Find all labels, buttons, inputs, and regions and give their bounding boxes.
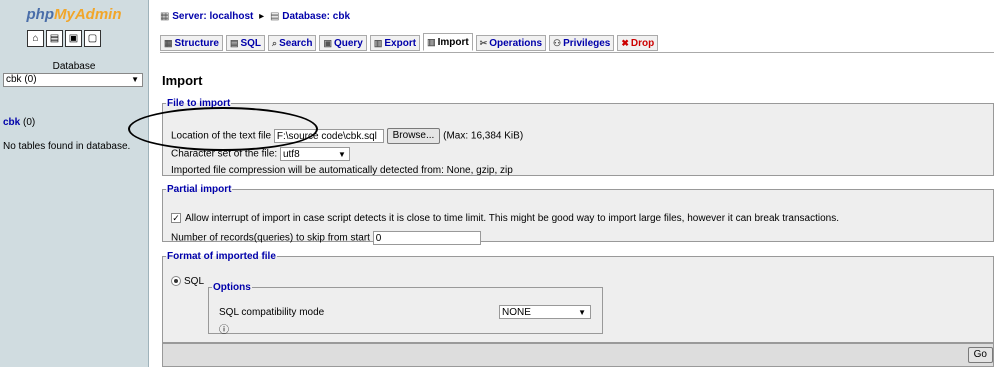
file-to-import-fieldset: File to import Location of the text file… <box>162 98 994 176</box>
format-sql-radio[interactable] <box>171 276 181 287</box>
charset-select[interactable]: utf8 ▼ <box>279 147 350 161</box>
tab-drop-label: Drop <box>630 37 655 49</box>
compression-note: Imported file compression will be automa… <box>171 165 513 176</box>
partial-import-legend: Partial import <box>167 184 232 195</box>
navigation-sidebar: phpMyAdmin ⌂ ▤ ▣ ▢ Database cbk (0) ▼ cbk… <box>0 0 149 367</box>
database-link-name[interactable]: cbk <box>3 117 20 128</box>
tab-import-label: Import <box>437 36 469 48</box>
tab-divider <box>160 52 994 53</box>
database-label: Database <box>52 61 96 72</box>
options-fieldset: Options SQL compatibility mode ⓘ NONE ▼ <box>208 282 603 336</box>
tab-bar: ▦ Structure ▤ SQL ⌕ Search ▣ Query ▥ Export ▥… <box>160 33 659 51</box>
database-link-count: (0) <box>23 117 36 128</box>
tab-operations-label: Operations <box>489 37 543 49</box>
skip-label: Number of records(queries) to skip from … <box>171 232 370 244</box>
compat-select-value: NONE <box>502 307 531 318</box>
compat-select[interactable]: NONE ▼ <box>499 305 591 319</box>
docs-icon[interactable]: ▢ <box>84 30 101 47</box>
export-icon: ▥ <box>373 37 383 48</box>
server-icon: ▦ <box>160 11 170 22</box>
query-icon: ▣ <box>323 37 332 48</box>
tab-sql-label: SQL <box>240 37 262 49</box>
file-path-field[interactable]: F:\source code\cbk.sql <box>273 129 384 143</box>
format-sql-label: SQL <box>184 276 205 287</box>
tab-operations[interactable]: ✂ Operations <box>475 35 547 51</box>
tab-structure-label: Structure <box>174 37 219 49</box>
allow-interrupt-label: Allow interrupt of import in case script… <box>185 213 839 224</box>
no-tables-message: No tables found in database. <box>3 141 131 152</box>
search-icon: ⌕ <box>272 37 278 48</box>
max-size-label: (Max: 16,384 KiB) <box>443 130 524 142</box>
go-button[interactable]: Go <box>967 347 993 363</box>
chevron-down-icon: ▼ <box>578 308 586 317</box>
structure-icon: ▦ <box>164 37 173 48</box>
tab-query-label: Query <box>333 37 363 49</box>
breadcrumb-server[interactable]: Server: localhost <box>172 11 253 22</box>
charset-label: Character set of the file: <box>171 148 278 160</box>
skip-row: Number of records(queries) to skip from … <box>171 231 481 245</box>
tab-export-label: Export <box>384 37 417 49</box>
compat-label: SQL compatibility mode <box>219 307 325 318</box>
partial-import-fieldset: Partial import ✓ Allow interrupt of impor… <box>162 184 994 245</box>
charset-row: Character set of the file: utf8 ▼ <box>171 147 350 161</box>
database-select[interactable]: cbk (0) ▼ <box>3 73 143 87</box>
tab-privileges-label: Privileges <box>563 37 611 49</box>
location-label: Location of the text file <box>171 130 272 142</box>
sql-icon[interactable]: ▤ <box>46 30 63 47</box>
tab-search[interactable]: ⌕ Search <box>268 35 317 51</box>
tab-sql[interactable]: ▤ SQL <box>225 35 266 51</box>
chevron-down-icon: ▼ <box>338 150 346 159</box>
tab-privileges[interactable]: ⚇ Privileges <box>549 35 615 51</box>
allow-interrupt-row: ✓ Allow interrupt of import in case scrip… <box>171 213 839 224</box>
tab-import[interactable]: ▥ Import <box>423 33 473 51</box>
query-window-icon[interactable]: ▣ <box>65 30 82 47</box>
browse-button[interactable]: Browse... <box>386 128 441 144</box>
logo-php: php <box>26 6 55 23</box>
chevron-down-icon: ▼ <box>131 75 139 84</box>
breadcrumb-database[interactable]: Database: cbk <box>282 11 350 22</box>
drop-icon: ✖ <box>621 37 629 48</box>
action-bar: Go <box>162 343 994 367</box>
help-icon[interactable]: ⓘ <box>219 321 229 336</box>
location-row: Location of the text file F:\source code… <box>171 128 523 144</box>
database-icon: ▤ <box>269 11 280 22</box>
sql-icon: ▤ <box>229 37 239 48</box>
database-link: cbk (0) <box>3 117 35 128</box>
tab-structure[interactable]: ▦ Structure <box>160 35 223 51</box>
charset-select-value: utf8 <box>282 149 300 160</box>
breadcrumb-separator-icon: ▸ <box>259 11 265 22</box>
tab-drop[interactable]: ✖ Drop <box>617 35 659 51</box>
options-legend: Options <box>213 282 251 293</box>
database-select-value: cbk (0) <box>6 74 37 85</box>
file-to-import-legend: File to import <box>167 98 231 109</box>
breadcrumb: ▦ Server: localhost ▸ ▤ Database: cbk <box>160 11 350 22</box>
tab-export[interactable]: ▥ Export <box>369 35 421 51</box>
import-icon: ▥ <box>427 36 436 47</box>
logo-myadmin: MyAdmin <box>54 6 122 23</box>
phpmyadmin-logo[interactable]: phpMyAdmin <box>0 6 148 23</box>
tab-query[interactable]: ▣ Query <box>319 35 367 51</box>
sidebar-icon-bar: ⌂ ▤ ▣ ▢ <box>27 30 101 47</box>
privileges-icon: ⚇ <box>553 37 562 48</box>
tab-search-label: Search <box>279 37 313 49</box>
format-legend: Format of imported file <box>167 251 276 262</box>
main-content: ▦ Server: localhost ▸ ▤ Database: cbk ▦ S… <box>156 0 994 367</box>
page-title: Import <box>162 73 203 88</box>
format-fieldset: Format of imported file SQL Options SQL … <box>162 251 994 343</box>
skip-input[interactable]: 0 <box>372 231 481 245</box>
operations-icon: ✂ <box>479 37 488 48</box>
allow-interrupt-checkbox[interactable]: ✓ <box>171 213 181 224</box>
format-sql-option[interactable]: SQL <box>171 276 204 287</box>
home-icon[interactable]: ⌂ <box>27 30 44 47</box>
